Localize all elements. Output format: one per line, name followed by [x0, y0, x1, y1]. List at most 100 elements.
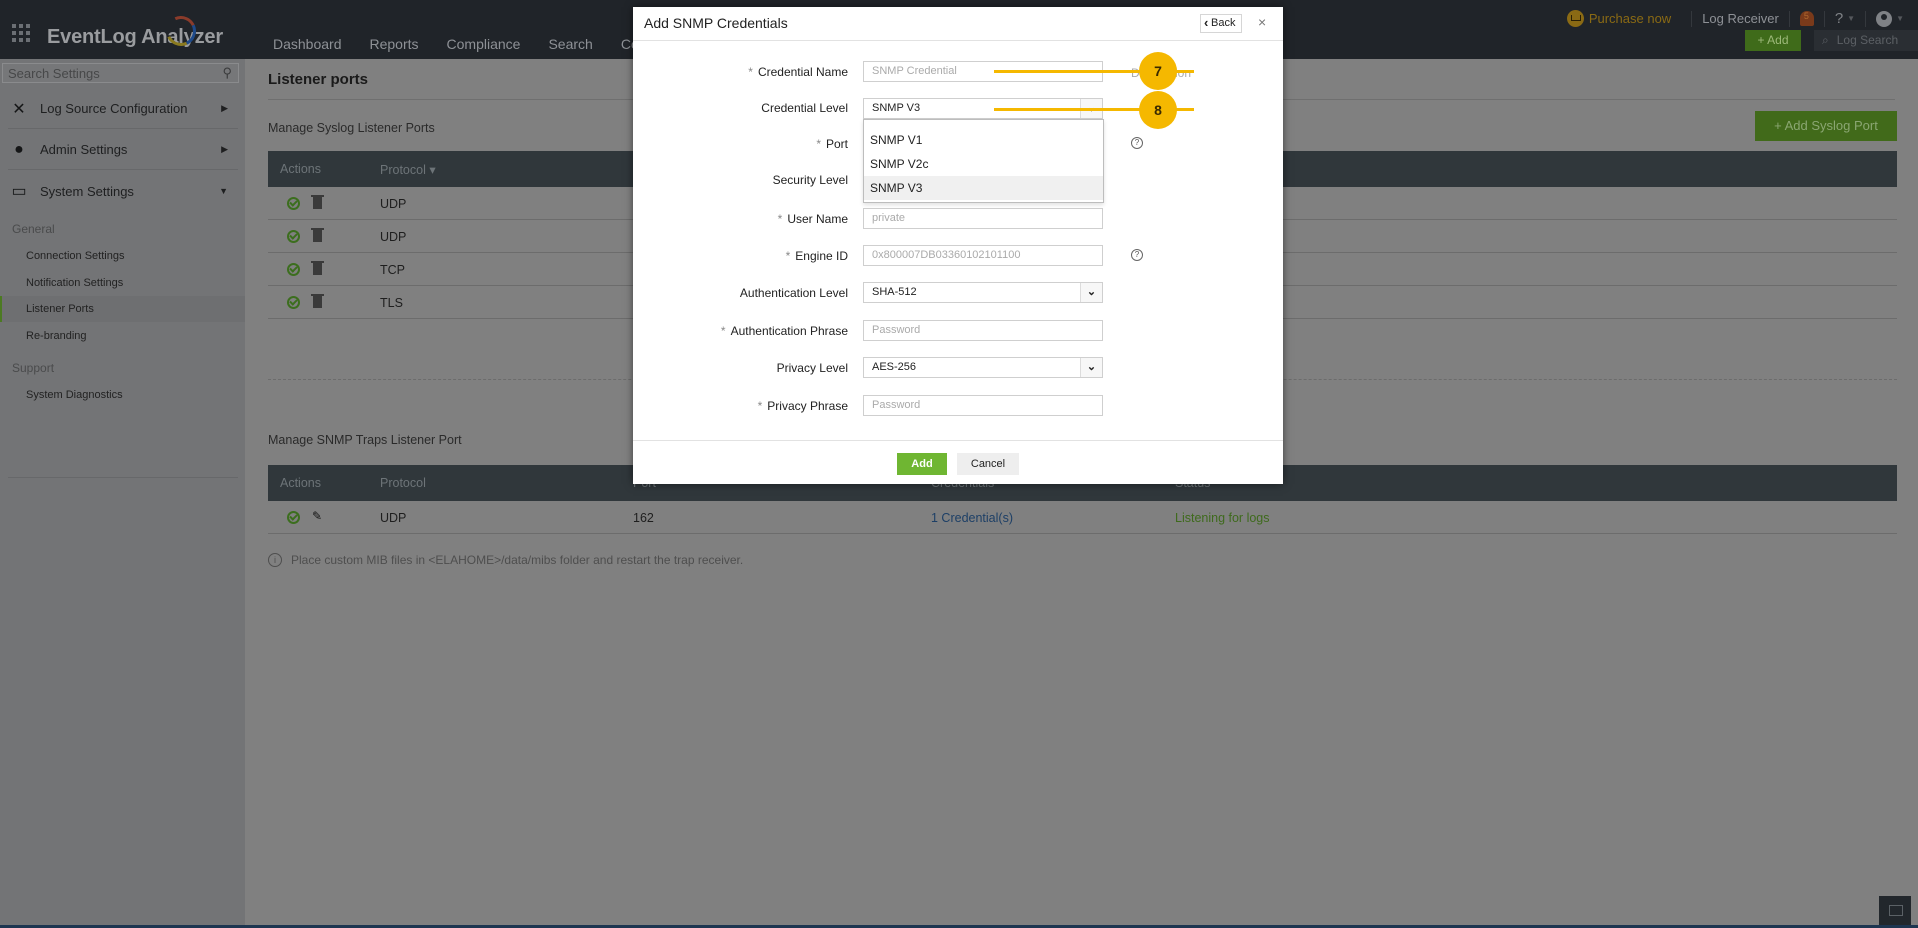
bell-icon[interactable]: 5 — [1799, 11, 1814, 26]
add-button[interactable]: Add — [897, 453, 947, 475]
security-level-label: Security Level — [772, 173, 848, 187]
engine-id-label: * Engine ID — [633, 249, 848, 263]
option-snmp-v1[interactable]: SNMP V1 — [864, 128, 1103, 152]
user-icon[interactable] — [1876, 10, 1893, 27]
info-note-text: Place custom MIB files in <ELAHOME>/data… — [291, 553, 744, 567]
authentication-phrase-input[interactable]: Password — [863, 320, 1103, 341]
protocol-cell: UDP — [380, 197, 407, 211]
required-mark: * — [777, 212, 783, 226]
privacy-level-select[interactable]: AES-256 ⌄ — [863, 357, 1103, 378]
cart-icon[interactable] — [1566, 10, 1584, 27]
sidebar-item-listener-ports[interactable]: Listener Ports — [0, 296, 245, 322]
add-button[interactable]: + Add — [1745, 30, 1801, 51]
privacy-level-label: Privacy Level — [776, 361, 848, 375]
enabled-check-icon[interactable] — [287, 296, 300, 309]
placeholder: private — [872, 212, 906, 224]
protocol-cell: TLS — [380, 296, 403, 310]
divider — [1823, 10, 1825, 27]
log-search-input[interactable]: ⌕ Log Search — [1814, 30, 1918, 51]
enabled-check-icon[interactable] — [287, 263, 300, 276]
required-mark: * — [816, 137, 821, 151]
selected-value: AES-256 — [872, 361, 917, 373]
placeholder: Password — [872, 324, 921, 336]
info-icon: i — [268, 553, 282, 567]
purchase-now-link[interactable]: Purchase now — [1589, 11, 1671, 26]
admin-gear-icon: ● — [14, 140, 24, 158]
search-icon[interactable]: ⚲ — [222, 65, 232, 81]
enabled-check-icon[interactable] — [287, 230, 300, 243]
trash-icon[interactable] — [311, 294, 324, 308]
privacy-phrase-label: * Privacy Phrase — [633, 399, 848, 413]
enabled-check-icon[interactable] — [287, 511, 300, 524]
dialog-title: Add SNMP Credentials — [644, 15, 788, 31]
help-icon[interactable]: ? — [1131, 137, 1143, 149]
chevron-down-icon: ▼ — [219, 186, 228, 196]
add-syslog-port-button[interactable]: + Add Syslog Port — [1755, 111, 1897, 141]
close-icon[interactable]: × — [1258, 14, 1266, 30]
search-icon: ⌕ — [1822, 33, 1829, 47]
monitor-gear-icon: ▭ — [11, 183, 27, 200]
engine-id-input[interactable]: 0x800007DB03360102101100 — [863, 245, 1103, 266]
chevron-down-icon[interactable]: ⌄ — [1080, 358, 1102, 377]
protocol-cell: UDP — [380, 511, 407, 525]
sidebar-item-re-branding[interactable]: Re-branding — [0, 323, 245, 349]
column-protocol: Protocol — [380, 476, 426, 490]
info-note: i Place custom MIB files in <ELAHOME>/da… — [268, 553, 743, 567]
credentials-link[interactable]: 1 Credential(s) — [931, 511, 1013, 525]
column-protocol[interactable]: Protocol ▾ — [380, 162, 436, 177]
authentication-level-select[interactable]: SHA-512 ⌄ — [863, 282, 1103, 303]
sidebar-item-label: System Settings — [40, 183, 134, 199]
sidebar-item-system-settings[interactable]: ▭ System Settings ▼ — [8, 171, 238, 211]
trash-icon[interactable] — [311, 261, 324, 275]
log-search-label: Log Search — [1836, 33, 1899, 47]
help-icon[interactable]: ? — [1131, 249, 1143, 261]
trash-icon[interactable] — [311, 228, 324, 242]
option-snmp-v2c[interactable]: SNMP V2c — [864, 152, 1103, 176]
chevron-down-icon[interactable]: ⌄ — [1080, 283, 1102, 302]
sidebar-item-log-source-configuration[interactable]: ✕ Log Source Configuration ▶ — [8, 89, 238, 129]
status-text: Listening for logs — [1175, 511, 1270, 525]
sidebar-item-label: Admin Settings — [40, 142, 128, 157]
sidebar-item-connection-settings[interactable]: Connection Settings — [0, 243, 245, 269]
nav-search[interactable]: Search — [548, 36, 592, 52]
trash-icon[interactable] — [311, 195, 324, 209]
search-settings-input[interactable]: Search Settings ⚲ — [2, 63, 239, 83]
port-label: * Port — [633, 137, 848, 151]
notification-count: 5 — [1803, 11, 1809, 21]
nav-compliance[interactable]: Compliance — [447, 36, 521, 52]
apps-grid-icon[interactable] — [12, 24, 30, 42]
authentication-level-label: Authentication Level — [739, 286, 848, 300]
nav-reports[interactable]: Reports — [370, 36, 419, 52]
label-text: Port — [825, 137, 848, 151]
user-name-input[interactable]: private — [863, 208, 1103, 229]
divider — [1865, 10, 1867, 27]
option-snmp-v3[interactable]: SNMP V3 — [864, 176, 1103, 200]
sidebar-item-system-diagnostics[interactable]: System Diagnostics — [0, 382, 245, 408]
chat-icon[interactable] — [1879, 896, 1911, 926]
settings-sidebar: Search Settings ⚲ ✕ Log Source Configura… — [0, 59, 245, 928]
cancel-button[interactable]: Cancel — [957, 453, 1019, 475]
tools-icon: ✕ — [12, 100, 26, 118]
port-cell: 162 — [633, 511, 654, 525]
app-logo[interactable]: EventLog Analyzer — [47, 26, 223, 49]
edit-icon[interactable]: ✎ — [312, 509, 322, 523]
nav-dashboard[interactable]: Dashboard — [273, 36, 342, 52]
log-receiver-link[interactable]: Log Receiver — [1702, 11, 1779, 26]
help-icon[interactable]: ? — [1835, 10, 1843, 27]
placeholder: Password — [872, 399, 921, 411]
table-row: ✎ UDP 162 1 Credential(s) Listening for … — [268, 501, 1897, 534]
enabled-check-icon[interactable] — [287, 197, 300, 210]
divider — [1788, 10, 1790, 27]
back-button[interactable]: Back — [1200, 14, 1243, 33]
authentication-phrase-label: * Authentication Phrase — [633, 324, 848, 338]
placeholder: SNMP Credential — [872, 65, 957, 77]
privacy-phrase-input[interactable]: Password — [863, 395, 1103, 416]
sidebar-item-notification-settings[interactable]: Notification Settings — [0, 270, 245, 296]
divider — [633, 440, 1283, 441]
required-mark: * — [748, 65, 753, 79]
credential-level-dropdown: SNMP V1 SNMP V2c SNMP V3 — [863, 119, 1104, 203]
sidebar-item-label: Log Source Configuration — [40, 101, 188, 116]
snmp-section-title: Manage SNMP Traps Listener Port — [268, 433, 462, 447]
sidebar-item-admin-settings[interactable]: ● Admin Settings ▶ — [8, 130, 238, 170]
syslog-section-title: Manage Syslog Listener Ports — [268, 121, 435, 135]
